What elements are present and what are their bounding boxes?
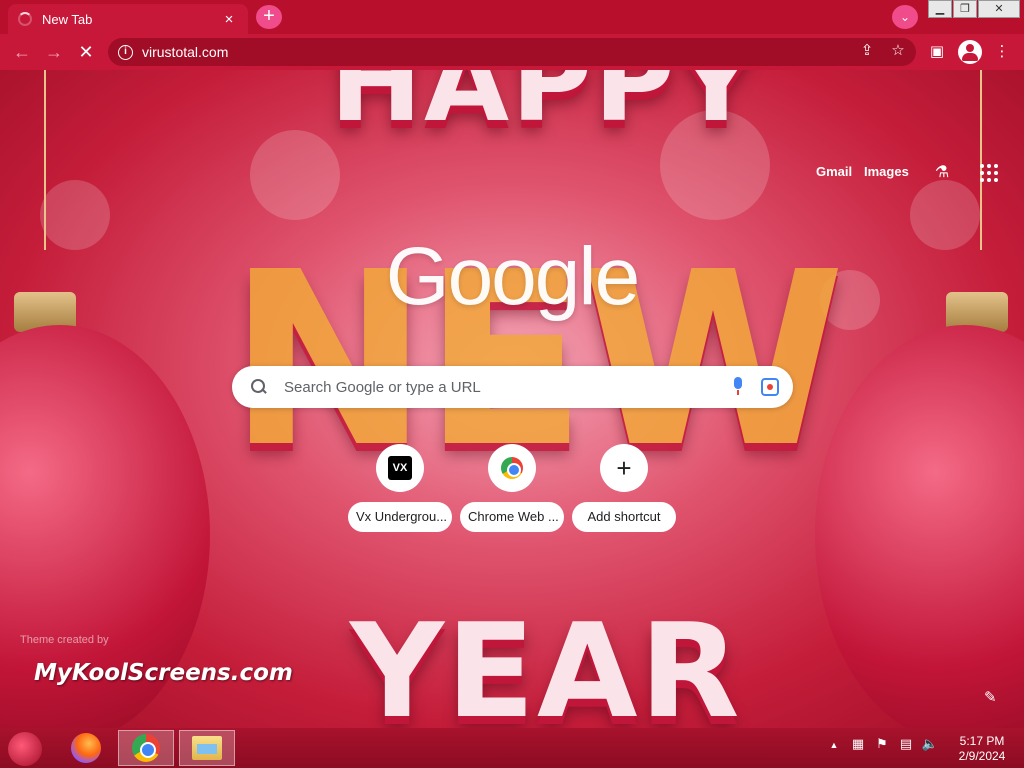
show-hidden-icons-button[interactable]: ▲ <box>824 740 844 750</box>
stop-button[interactable]: ✕ <box>74 40 98 64</box>
google-apps-icon[interactable] <box>980 164 998 182</box>
close-icon[interactable]: × <box>220 11 238 28</box>
search-box[interactable] <box>232 366 793 408</box>
gmail-link[interactable]: Gmail <box>816 164 852 179</box>
shortcut-label: Add shortcut <box>572 502 676 532</box>
tab-strip: New Tab × + ⌄ ▁ ❐ ✕ <box>0 0 1024 34</box>
chrome-icon <box>132 734 160 762</box>
search-input[interactable] <box>284 378 723 396</box>
labs-flask-icon[interactable]: ⚗ <box>932 162 952 182</box>
firefox-icon <box>71 733 101 763</box>
shortcut-icon-circle <box>488 444 536 492</box>
action-center-icon[interactable]: ▦ <box>848 736 868 752</box>
browser-toolbar: ← → ✕ i virustotal.com ⇪ ☆ ▣ ⋮ <box>0 34 1024 70</box>
share-icon[interactable]: ⇪ <box>856 40 878 62</box>
search-icon <box>250 378 268 396</box>
images-link[interactable]: Images <box>864 164 909 179</box>
minimize-button[interactable]: ▁ <box>928 0 952 18</box>
network-icon[interactable]: ▤ <box>896 736 916 752</box>
theme-author-link[interactable]: MyKoolScreens.com <box>34 660 293 686</box>
taskbar: ▲ ▦ ⚑ ▤ 🔈 5:17 PM 2/9/2024 <box>0 728 1024 768</box>
shortcut-tile[interactable]: Chrome Web ... <box>460 444 564 532</box>
taskbar-chrome[interactable] <box>118 730 174 766</box>
start-button[interactable] <box>8 732 42 766</box>
file-explorer-icon <box>192 736 222 760</box>
right-ornament <box>815 325 1024 728</box>
happy-decoration: HAPPY <box>330 70 759 146</box>
flag-icon[interactable]: ⚑ <box>872 736 892 752</box>
volume-muted-icon[interactable]: 🔈 <box>920 736 940 752</box>
tab-new-tab[interactable]: New Tab × <box>8 4 248 34</box>
site-info-icon[interactable]: i <box>118 44 133 60</box>
vx-underground-icon: VX <box>388 456 412 480</box>
taskbar-file-explorer[interactable] <box>179 730 235 766</box>
microphone-icon[interactable] <box>731 377 745 397</box>
loading-spinner-icon <box>18 12 32 26</box>
shortcut-label: Vx Undergrou... <box>348 502 452 532</box>
restore-button[interactable]: ❐ <box>953 0 977 18</box>
back-button[interactable]: ← <box>10 40 34 64</box>
year-decoration: YEAR <box>350 595 742 728</box>
customize-pencil-icon[interactable]: ✎ <box>984 688 1000 706</box>
ornament-string <box>980 70 982 250</box>
add-shortcut-tile[interactable]: + Add shortcut <box>572 444 676 532</box>
bookmark-star-icon[interactable]: ☆ <box>887 40 909 62</box>
shortcut-icon-circle: + <box>600 444 648 492</box>
shortcut-label: Chrome Web ... <box>460 502 564 532</box>
clock-date: 2/9/2024 <box>958 749 1006 763</box>
clock-time: 5:17 PM <box>959 734 1005 748</box>
bokeh-light <box>250 130 340 220</box>
address-bar[interactable]: i virustotal.com <box>108 38 916 66</box>
shortcut-icon-circle: VX <box>376 444 424 492</box>
tab-title: New Tab <box>42 11 93 27</box>
theme-credit-label: Theme created by <box>20 634 109 646</box>
ornament-string <box>44 70 46 250</box>
menu-icon[interactable]: ⋮ <box>990 40 1014 64</box>
chrome-web-store-icon <box>501 457 523 479</box>
profile-avatar-icon[interactable] <box>958 40 982 64</box>
google-lens-icon[interactable] <box>761 378 779 396</box>
address-bar-url: virustotal.com <box>142 44 229 60</box>
shortcut-tile[interactable]: VX Vx Undergrou... <box>348 444 452 532</box>
google-logo: Google <box>385 231 640 322</box>
system-clock[interactable]: 5:17 PM 2/9/2024 <box>950 734 1014 764</box>
taskbar-firefox[interactable] <box>58 730 114 766</box>
plus-icon: + <box>616 453 632 483</box>
forward-button[interactable]: → <box>42 40 66 64</box>
new-tab-button[interactable]: + <box>256 5 282 29</box>
tab-search-button[interactable]: ⌄ <box>892 5 918 29</box>
close-window-button[interactable]: ✕ <box>978 0 1020 18</box>
side-panel-icon[interactable]: ▣ <box>925 40 949 64</box>
